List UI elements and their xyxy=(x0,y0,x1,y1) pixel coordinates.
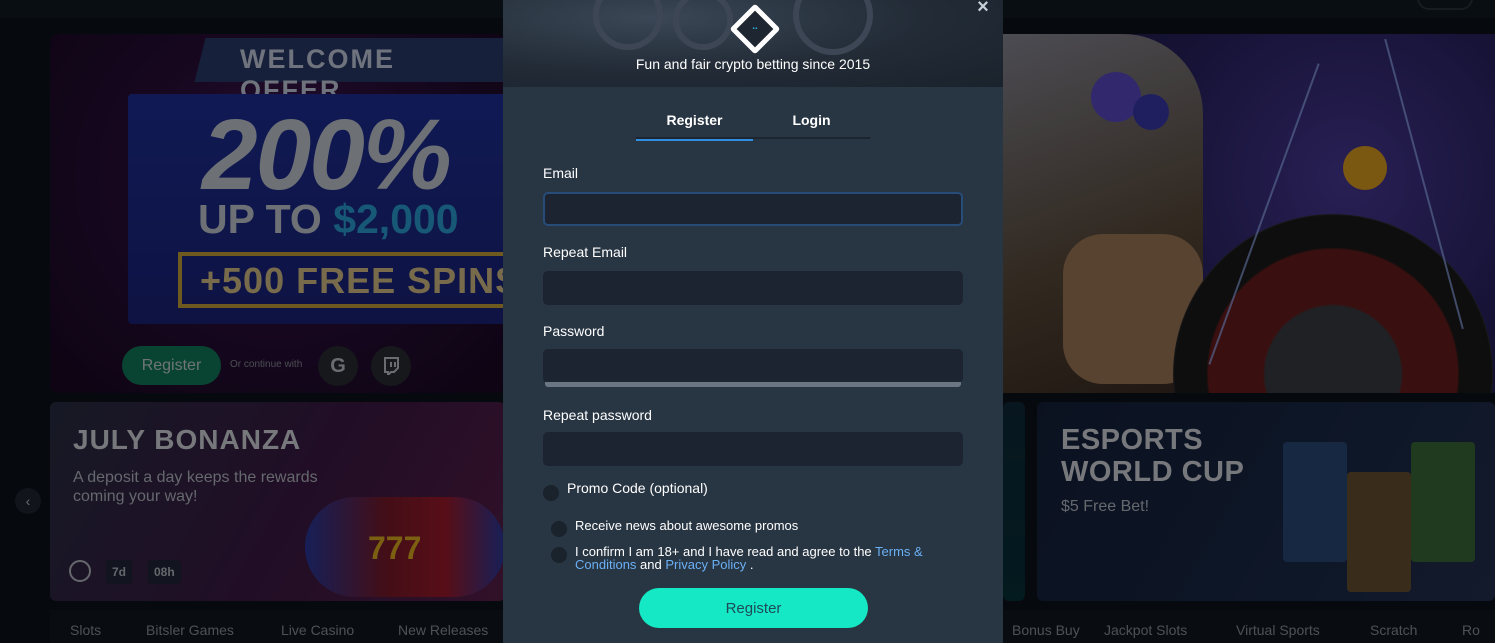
email-label: Email xyxy=(543,165,579,181)
news-checkbox[interactable] xyxy=(551,521,567,537)
terms-label: I confirm I am 18+ and I have read and a… xyxy=(575,545,935,571)
tab-login[interactable]: Login xyxy=(753,101,870,139)
repeat-password-field[interactable] xyxy=(543,432,963,466)
repeat-password-label: Repeat password xyxy=(543,407,652,423)
modal-header: ∙∙ Fun and fair crypto betting since 201… xyxy=(503,0,1003,87)
password-field[interactable] xyxy=(543,349,963,383)
promo-code-checkbox[interactable] xyxy=(543,485,559,501)
modal-tagline: Fun and fair crypto betting since 2015 xyxy=(635,56,871,72)
auth-tabs: Register Login xyxy=(636,101,870,141)
terms-suffix: . xyxy=(746,557,754,572)
terms-checkbox[interactable] xyxy=(551,547,567,563)
news-label: Receive news about awesome promos xyxy=(575,518,799,533)
casino-chip-decoration xyxy=(793,0,873,55)
password-label: Password xyxy=(543,323,605,339)
password-strength-bar xyxy=(545,382,961,387)
repeat-email-field[interactable] xyxy=(543,271,963,305)
casino-chip-decoration xyxy=(673,0,733,50)
privacy-policy-link[interactable]: Privacy Policy xyxy=(665,557,746,572)
casino-chip-decoration xyxy=(593,0,663,50)
tab-register[interactable]: Register xyxy=(636,101,753,141)
repeat-email-label: Repeat Email xyxy=(543,244,628,260)
terms-and: and xyxy=(636,557,666,572)
close-icon[interactable]: × xyxy=(974,0,992,17)
promo-code-label[interactable]: Promo Code (optional) xyxy=(567,481,708,495)
email-field[interactable] xyxy=(543,192,963,226)
bitsler-logo-icon: ∙∙ xyxy=(729,3,781,55)
register-modal: ∙∙ Fun and fair crypto betting since 201… xyxy=(503,0,1003,643)
register-submit-button[interactable]: Register xyxy=(639,588,868,628)
logo-dots: ∙∙ xyxy=(752,23,758,35)
